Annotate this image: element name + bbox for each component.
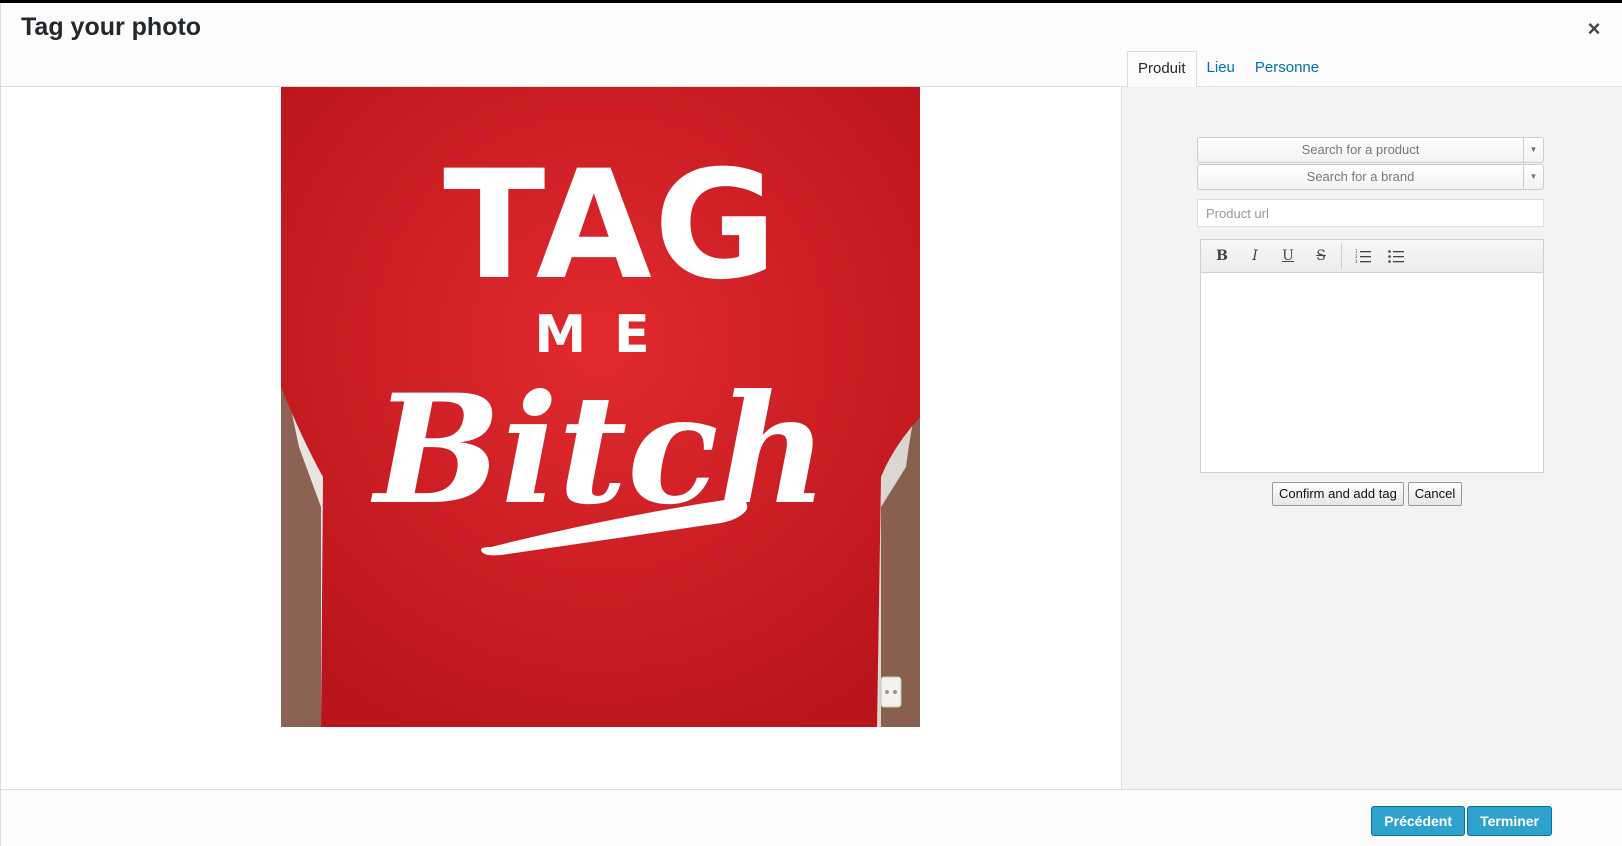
description-editor: B I U S 1 2 3 bbox=[1200, 239, 1544, 473]
previous-button[interactable]: Précédent bbox=[1371, 806, 1465, 836]
wall-outlet bbox=[880, 676, 902, 708]
tshirt-photo-graphic: TAG ME Bitch bbox=[281, 87, 920, 727]
bullet-list-icon[interactable] bbox=[1381, 244, 1411, 268]
close-icon[interactable]: × bbox=[1582, 17, 1606, 41]
image-pane: TAG ME Bitch bbox=[1, 87, 1122, 789]
underline-button[interactable]: U bbox=[1273, 244, 1303, 268]
tab-lieu[interactable]: Lieu bbox=[1197, 51, 1245, 87]
print-line-tag: TAG bbox=[443, 139, 779, 313]
bold-button[interactable]: B bbox=[1207, 244, 1237, 268]
strikethrough-button[interactable]: S bbox=[1306, 244, 1336, 268]
editor-content-area[interactable] bbox=[1201, 273, 1543, 473]
print-line-bitch: Bitch bbox=[370, 362, 827, 538]
svg-text:3: 3 bbox=[1355, 259, 1358, 263]
product-url-input[interactable] bbox=[1197, 199, 1544, 227]
tab-produit[interactable]: Produit bbox=[1127, 51, 1197, 88]
triangle-down-icon[interactable]: ▼ bbox=[1523, 165, 1543, 189]
product-select[interactable]: Search for a product ▼ bbox=[1197, 137, 1544, 163]
ordered-list-icon[interactable]: 1 2 3 bbox=[1348, 244, 1378, 268]
modal-body: TAG ME Bitch Search for a product ▼ Sear… bbox=[1, 87, 1622, 789]
tag-form-pane: Search for a product ▼ Search for a bran… bbox=[1122, 87, 1622, 789]
tab-personne[interactable]: Personne bbox=[1245, 51, 1329, 87]
confirm-add-tag-button[interactable]: Confirm and add tag bbox=[1272, 482, 1404, 506]
toolbar-separator bbox=[1341, 243, 1342, 269]
modal-title: Tag your photo bbox=[21, 13, 202, 41]
tag-actions: Confirm and add tag Cancel bbox=[1272, 482, 1463, 506]
finish-button[interactable]: Terminer bbox=[1467, 806, 1552, 836]
product-select-placeholder: Search for a product bbox=[1301, 142, 1420, 157]
tag-photo-modal: Tag your photo × Produit Lieu Personne T… bbox=[0, 3, 1622, 846]
cancel-button[interactable]: Cancel bbox=[1407, 482, 1463, 506]
tag-type-tabs: Produit Lieu Personne bbox=[1127, 51, 1329, 88]
brand-select[interactable]: Search for a brand ▼ bbox=[1197, 164, 1544, 190]
italic-button[interactable]: I bbox=[1240, 244, 1270, 268]
modal-header: Tag your photo × Produit Lieu Personne bbox=[1, 3, 1622, 88]
print-line-me: ME bbox=[534, 305, 677, 365]
tshirt-photo[interactable]: TAG ME Bitch bbox=[281, 87, 920, 727]
brand-select-placeholder: Search for a brand bbox=[1306, 169, 1415, 184]
editor-toolbar: B I U S 1 2 3 bbox=[1201, 240, 1543, 273]
modal-footer: Précédent Terminer bbox=[1, 789, 1622, 846]
triangle-down-icon[interactable]: ▼ bbox=[1523, 138, 1543, 162]
